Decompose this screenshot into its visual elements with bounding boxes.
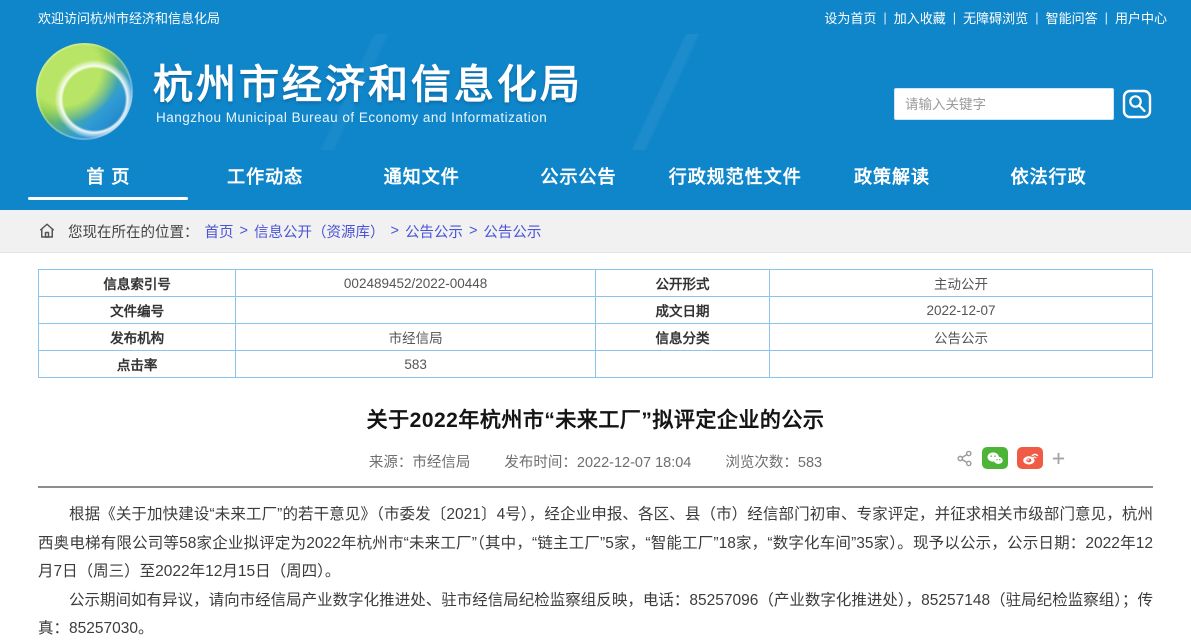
main-content: 信息索引号 002489452/2022-00448 公开形式 主动公开 文件编… — [0, 269, 1191, 644]
nav-item-work-news[interactable]: 工作动态 — [187, 150, 344, 210]
meta-view-count: 浏览次数：583 — [725, 451, 822, 472]
article-paragraph: 根据《关于加快建设“未来工厂”的若干意见》（市委发〔2021〕4号），经企业申报… — [38, 501, 1153, 587]
table-row: 文件编号 成文日期 2022-12-07 — [39, 297, 1153, 324]
nav-item-notice-documents[interactable]: 通知文件 — [343, 150, 500, 210]
topbar-link-user-center[interactable]: 用户中心 — [1115, 8, 1167, 27]
separator: | — [883, 10, 886, 25]
meta-time-value: 2022-12-07 18:04 — [577, 455, 692, 471]
table-row: 信息索引号 002489452/2022-00448 公开形式 主动公开 — [39, 270, 1153, 297]
nav-item-public-announcements[interactable]: 公示公告 — [500, 150, 657, 210]
share-nodes-icon[interactable] — [956, 450, 973, 467]
nav-item-administrative-normative-documents[interactable]: 行政规范性文件 — [657, 150, 814, 210]
info-label: 信息分类 — [595, 324, 769, 351]
info-value: 002489452/2022-00448 — [236, 270, 596, 297]
topbar-links: 设为首页 | 加入收藏 | 无障碍浏览 | 智能问答 | 用户中心 — [824, 8, 1167, 27]
article-body: 根据《关于加快建设“未来工厂”的若干意见》（市委发〔2021〕4号），经企业申报… — [38, 501, 1153, 644]
meta-views-label: 浏览次数： — [725, 455, 798, 471]
top-utility-bar: 欢迎访问杭州市经济和信息化局 设为首页 | 加入收藏 | 无障碍浏览 | 智能问… — [0, 0, 1191, 34]
info-label: 成文日期 — [595, 297, 769, 324]
info-value: 市经信局 — [236, 324, 596, 351]
table-row: 发布机构 市经信局 信息分类 公告公示 — [39, 324, 1153, 351]
article-meta-row: 来源：市经信局 发布时间：2022-12-07 18:04 浏览次数：583 — [38, 451, 1153, 475]
site-header: 杭州市经济和信息化局 Hangzhou Municipal Bureau of … — [0, 34, 1191, 150]
main-nav: 首 页 工作动态 通知文件 公示公告 行政规范性文件 政策解读 依法行政 — [0, 150, 1191, 210]
breadcrumb: 您现在所在的位置： 首页 > 信息公开（资源库） > 公告公示 > 公告公示 — [0, 210, 1191, 253]
topbar-link-accessibility[interactable]: 无障碍浏览 — [963, 8, 1028, 27]
nav-item-home[interactable]: 首 页 — [30, 150, 187, 210]
home-icon — [38, 222, 56, 240]
meta-source: 来源：市经信局 — [369, 451, 471, 472]
separator: | — [1105, 10, 1108, 25]
nav-item-policy-interpretation[interactable]: 政策解读 — [814, 150, 971, 210]
nav-item-law-based-administration[interactable]: 依法行政 — [970, 150, 1127, 210]
search-button[interactable] — [1121, 88, 1153, 120]
separator: > — [240, 223, 248, 239]
search-input[interactable] — [894, 88, 1114, 120]
document-info-table: 信息索引号 002489452/2022-00448 公开形式 主动公开 文件编… — [38, 269, 1153, 378]
meta-source-label: 来源： — [369, 455, 413, 471]
info-label: 点击率 — [39, 351, 236, 378]
info-label — [595, 351, 769, 378]
breadcrumb-prefix: 您现在所在的位置： — [68, 221, 199, 242]
weibo-icon[interactable] — [1017, 447, 1043, 469]
topbar-link-smart-qa[interactable]: 智能问答 — [1046, 8, 1098, 27]
info-value — [236, 297, 596, 324]
share-bar — [956, 447, 1065, 469]
article-paragraph: 公示期间如有异议，请向市经信局产业数字化推进处、驻市经信局纪检监察组反映，电话：… — [38, 587, 1153, 644]
separator: | — [953, 10, 956, 25]
breadcrumb-link-home[interactable]: 首页 — [205, 221, 234, 242]
meta-time-label: 发布时间： — [504, 455, 577, 471]
info-value: 公告公示 — [770, 324, 1153, 351]
topbar-link-set-homepage[interactable]: 设为首页 — [824, 8, 876, 27]
breadcrumb-link-info-disclosure[interactable]: 信息公开（资源库） — [254, 221, 385, 242]
magnifier-icon — [1122, 89, 1152, 119]
page-title: 关于2022年杭州市“未来工厂”拟评定企业的公示 — [38, 404, 1153, 434]
info-value: 583 — [236, 351, 596, 378]
meta-source-value: 市经信局 — [412, 455, 470, 471]
meta-publish-time: 发布时间：2022-12-07 18:04 — [504, 451, 691, 472]
info-label: 文件编号 — [39, 297, 236, 324]
info-label: 信息索引号 — [39, 270, 236, 297]
site-title: 杭州市经济和信息化局 — [153, 52, 583, 110]
info-label: 公开形式 — [595, 270, 769, 297]
wechat-icon[interactable] — [982, 447, 1008, 469]
topbar-link-add-favorites[interactable]: 加入收藏 — [894, 8, 946, 27]
info-value: 2022-12-07 — [770, 297, 1153, 324]
info-value: 主动公开 — [770, 270, 1153, 297]
bureau-logo — [36, 43, 133, 140]
search-bar — [894, 88, 1153, 120]
breadcrumb-link-announcements[interactable]: 公告公示 — [405, 221, 463, 242]
welcome-text: 欢迎访问杭州市经济和信息化局 — [38, 8, 220, 27]
separator: | — [1035, 10, 1038, 25]
site-subtitle-english: Hangzhou Municipal Bureau of Economy and… — [156, 110, 547, 125]
table-row: 点击率 583 — [39, 351, 1153, 378]
info-value — [770, 351, 1153, 378]
plus-icon[interactable] — [1052, 452, 1065, 465]
info-label: 发布机构 — [39, 324, 236, 351]
separator: > — [469, 223, 477, 239]
divider — [38, 486, 1153, 488]
breadcrumb-current-page[interactable]: 公告公示 — [483, 221, 541, 242]
separator: > — [390, 223, 398, 239]
meta-views-value: 583 — [798, 455, 822, 471]
